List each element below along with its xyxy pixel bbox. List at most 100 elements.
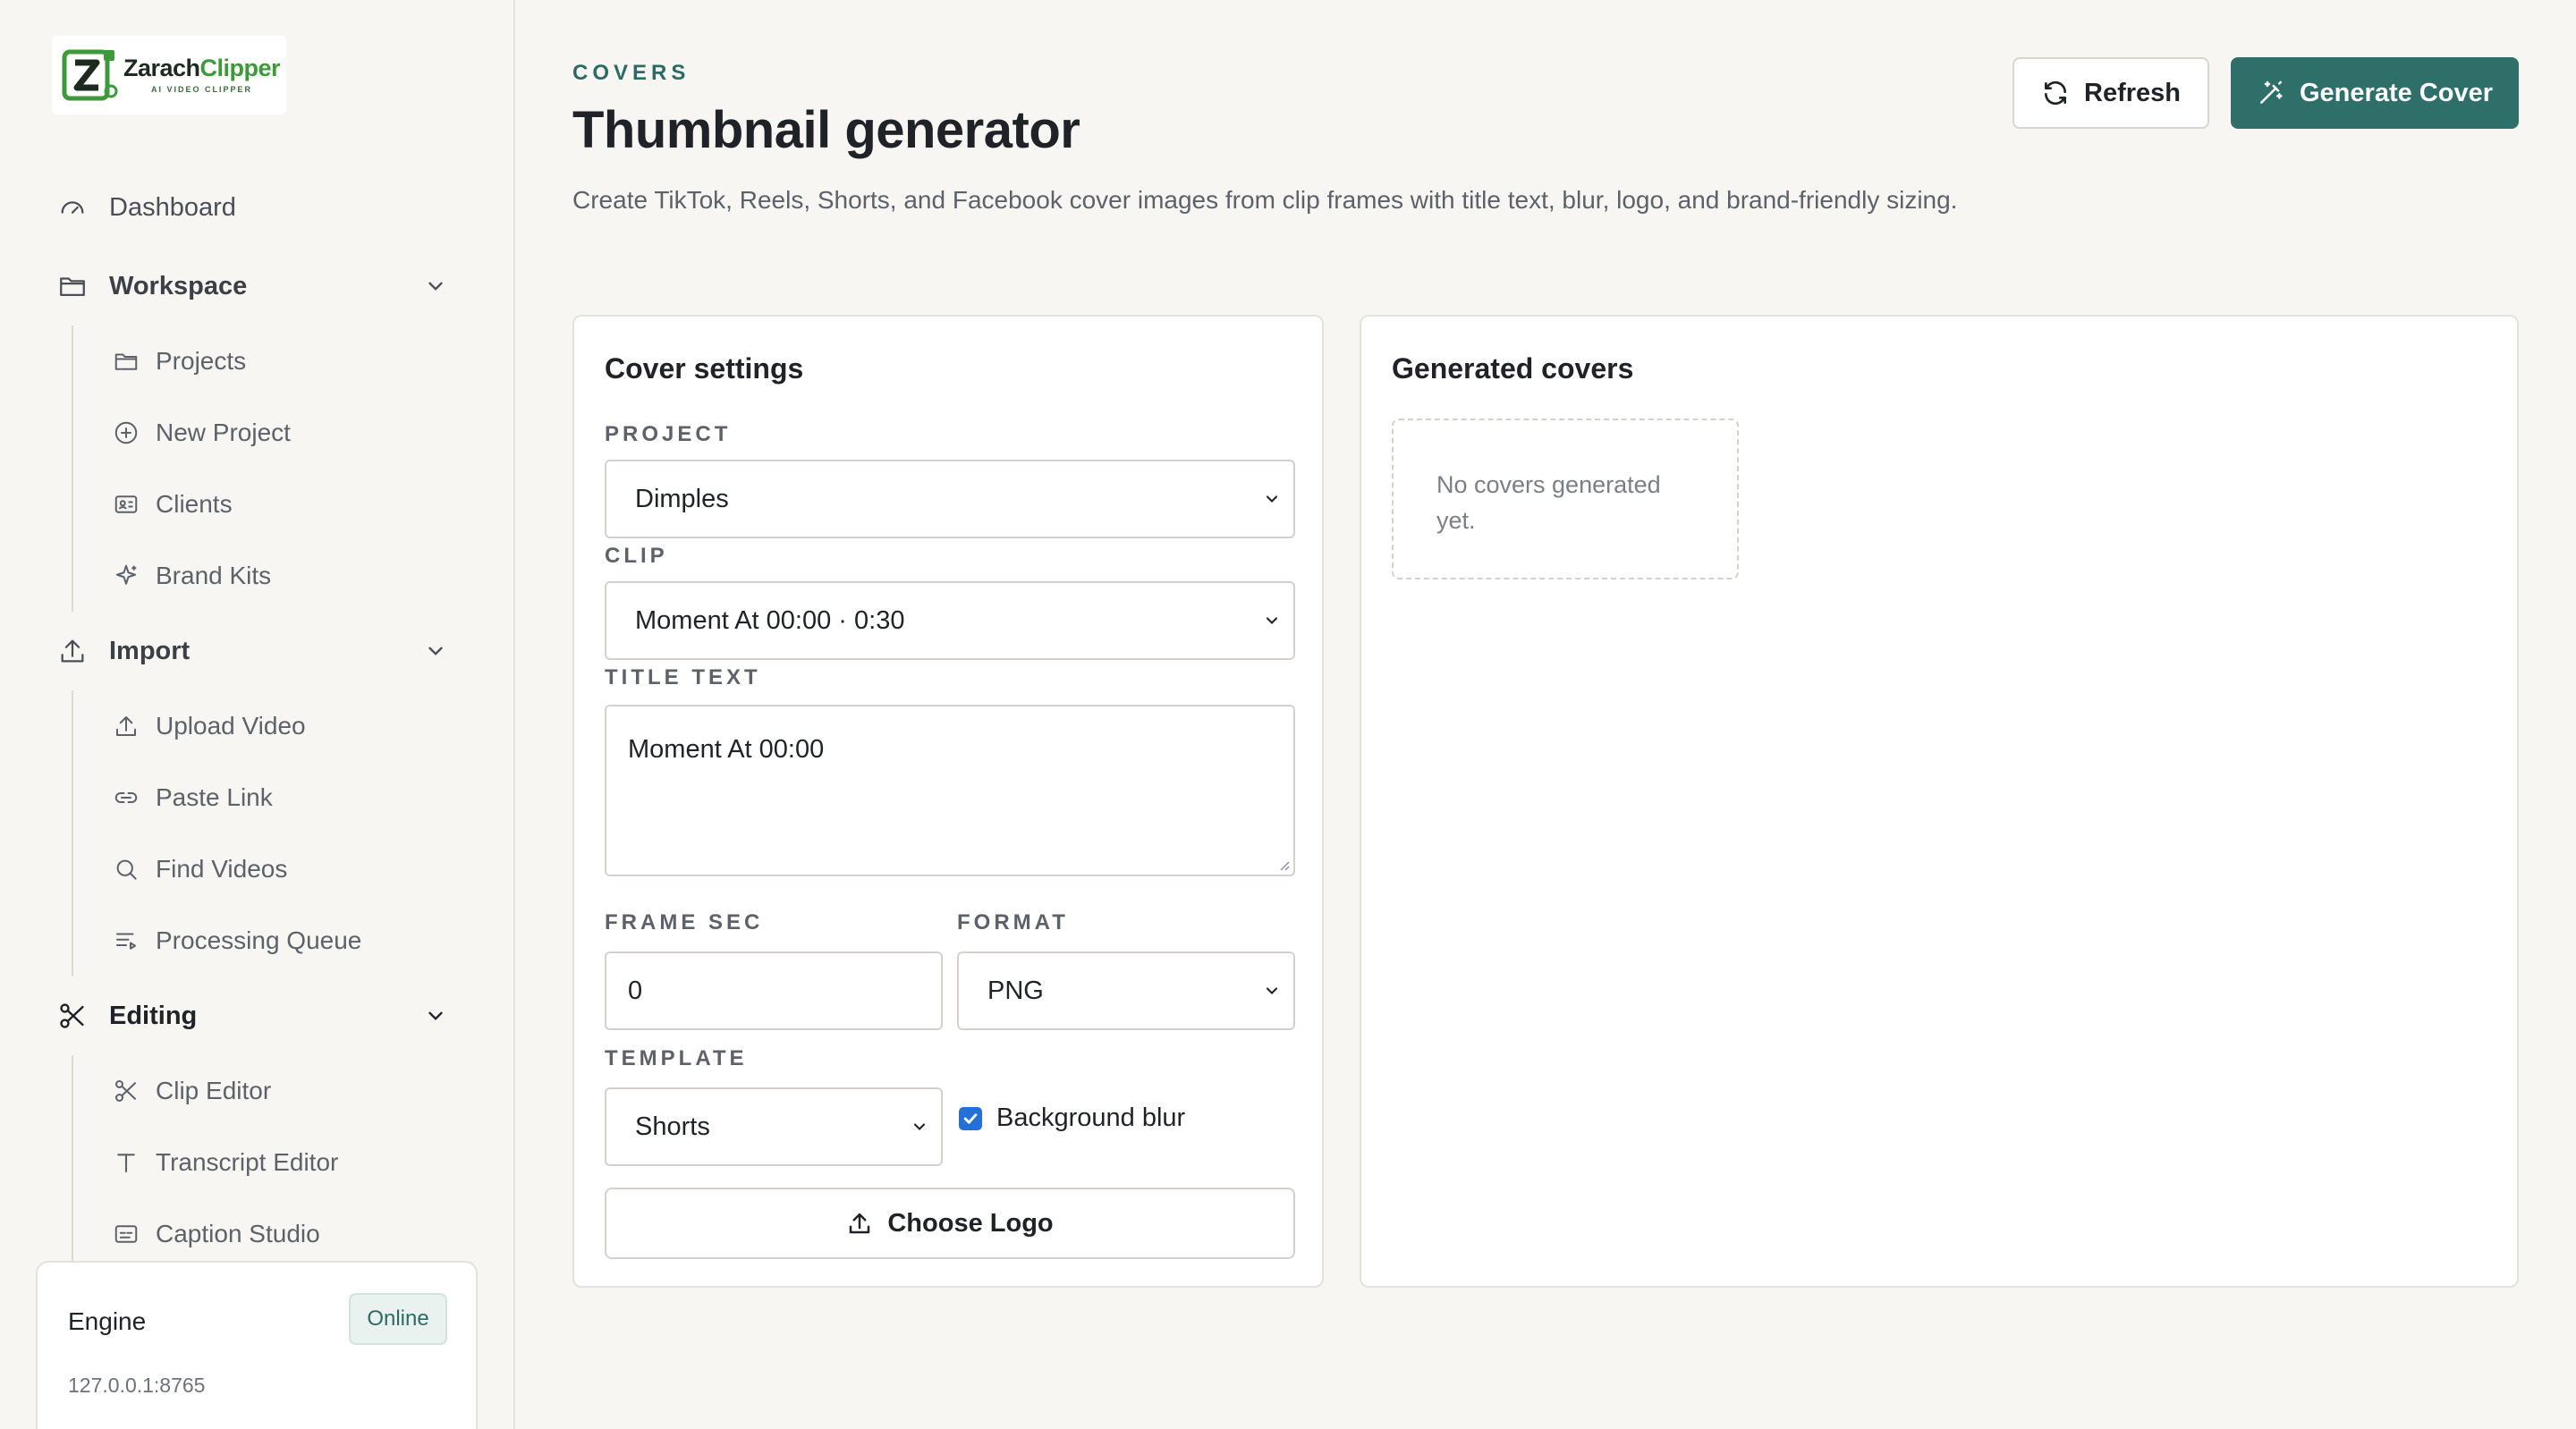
sidebar-item-label: Transcript Editor [156,1148,339,1176]
logo-mark-icon [61,47,118,104]
generated-covers-title: Generated covers [1392,352,1634,385]
generate-cover-label: Generate Cover [2300,78,2493,107]
scissors-icon [115,1080,136,1102]
template-value: Shorts [635,1112,710,1141]
subnav-line [72,326,73,612]
cover-settings-title: Cover settings [605,352,804,385]
scissors-icon [60,1003,84,1028]
sidebar-item-clip-editor[interactable]: Clip Editor [113,1073,271,1109]
sidebar-item-label: New Project [156,419,291,446]
sidebar-section-label: Import [109,636,191,665]
background-blur-option[interactable]: Background blur [959,1103,1185,1133]
chevron-down-icon [1266,987,1278,994]
chevron-down-icon[interactable] [424,275,447,298]
empty-state: No covers generated yet. [1392,419,1739,579]
sidebar-item-clients[interactable]: Clients [113,486,233,522]
brand-tagline: AI VIDEO CLIPPER [151,85,253,94]
background-blur-label: Background blur [996,1103,1186,1132]
engine-address: 127.0.0.1:8765 [68,1374,206,1397]
sidebar-section-editing[interactable]: Editing [57,998,197,1034]
format-value: PNG [987,976,1044,1005]
sidebar: ZarachClipper AI VIDEO CLIPPER Dashboard… [0,0,515,1429]
sidebar-item-caption-studio[interactable]: Caption Studio [113,1216,320,1252]
subnav-line [72,690,73,977]
frame-sec-label: FRAME SEC [605,910,764,934]
plus-circle-icon [114,421,138,444]
search-icon [116,859,137,880]
clip-value: Moment At 00:00 · 0:30 [635,605,905,635]
id-card-icon [114,495,138,513]
check-icon [963,1112,978,1124]
sidebar-item-label: Processing Queue [156,926,362,954]
chevron-down-icon [913,1123,926,1130]
engine-title: Engine [68,1307,147,1335]
sidebar-item-transcript-editor[interactable]: Transcript Editor [113,1145,338,1180]
chevron-down-icon[interactable] [424,1004,447,1027]
page-eyebrow: COVERS [572,61,691,85]
sidebar-item-label: Clients [156,490,233,518]
title-text-label: TITLE TEXT [605,665,761,689]
text-icon [117,1154,135,1173]
upload-icon [850,1213,870,1234]
template-label: TEMPLATE [605,1046,748,1070]
project-value: Dimples [635,484,729,513]
link-icon [114,792,138,803]
generate-cover-button[interactable]: Generate Cover [2231,57,2519,129]
sidebar-item-label: Find Videos [156,855,288,883]
sidebar-section-workspace[interactable]: Workspace [57,268,247,304]
chevron-down-icon [1266,495,1278,503]
sidebar-section-import[interactable]: Import [57,633,190,669]
sidebar-item-upload-video[interactable]: Upload Video [113,708,306,744]
sidebar-item-label: Brand Kits [156,562,272,589]
magic-wand-icon [2260,80,2283,104]
caption-icon [114,1225,138,1243]
project-select[interactable]: Dimples [605,460,1295,538]
folder-icon [114,353,138,370]
sidebar-item-label: Dashboard [109,192,236,222]
format-select[interactable]: PNG [957,951,1295,1030]
sidebar-item-label: Projects [156,347,247,375]
brand-name: ZarachClipper [123,55,281,81]
sidebar-item-processing-queue[interactable]: Processing Queue [113,923,361,959]
sidebar-item-find-videos[interactable]: Find Videos [113,851,287,887]
upload-icon [116,716,136,736]
status-badge: Online [349,1293,447,1345]
project-label: PROJECT [605,422,732,446]
refresh-button[interactable]: Refresh [2012,57,2209,129]
sparkle-icon [116,564,137,585]
background-blur-checkbox[interactable] [959,1106,982,1130]
generated-covers-card: Generated covers No covers generated yet… [1360,315,2519,1288]
sidebar-item-new-project[interactable]: New Project [113,415,291,451]
cover-settings-card: Cover settings PROJECT Dimples CLIP Mome… [572,315,1324,1288]
engine-status-card: Engine Online 127.0.0.1:8765 [36,1261,478,1429]
sidebar-section-label: Editing [109,1001,198,1030]
chevron-down-icon[interactable] [424,639,447,663]
template-select[interactable]: Shorts [605,1087,943,1166]
choose-logo-button[interactable]: Choose Logo [605,1188,1295,1259]
folder-icon [60,277,85,297]
title-text-value: Moment At 00:00 [628,735,825,764]
sidebar-item-label: Clip Editor [156,1077,272,1104]
choose-logo-label: Choose Logo [887,1208,1054,1238]
sidebar-item-paste-link[interactable]: Paste Link [113,780,273,816]
sidebar-item-projects[interactable]: Projects [113,343,246,379]
sidebar-item-dashboard[interactable]: Dashboard [57,190,236,225]
gauge-icon [61,201,84,214]
sidebar-item-label: Upload Video [156,712,306,740]
queue-icon [116,933,136,950]
frame-sec-input[interactable]: 0 [605,951,943,1030]
subnav-line [72,1055,73,1270]
clip-select[interactable]: Moment At 00:00 · 0:30 [605,581,1295,660]
page-description: Create TikTok, Reels, Shorts, and Facebo… [572,186,1958,214]
refresh-label: Refresh [2084,78,2181,107]
title-text-input[interactable]: Moment At 00:00 [605,705,1295,876]
resize-handle-icon[interactable] [1275,857,1290,871]
refresh-icon [2045,80,2066,106]
sidebar-item-label: Caption Studio [156,1220,320,1247]
sidebar-item-brand-kits[interactable]: Brand Kits [113,558,271,594]
format-label: FORMAT [957,910,1069,934]
upload-icon [61,639,84,663]
app-logo[interactable]: ZarachClipper AI VIDEO CLIPPER [52,36,286,114]
frame-sec-value: 0 [628,976,643,1005]
sidebar-section-label: Workspace [109,271,248,300]
